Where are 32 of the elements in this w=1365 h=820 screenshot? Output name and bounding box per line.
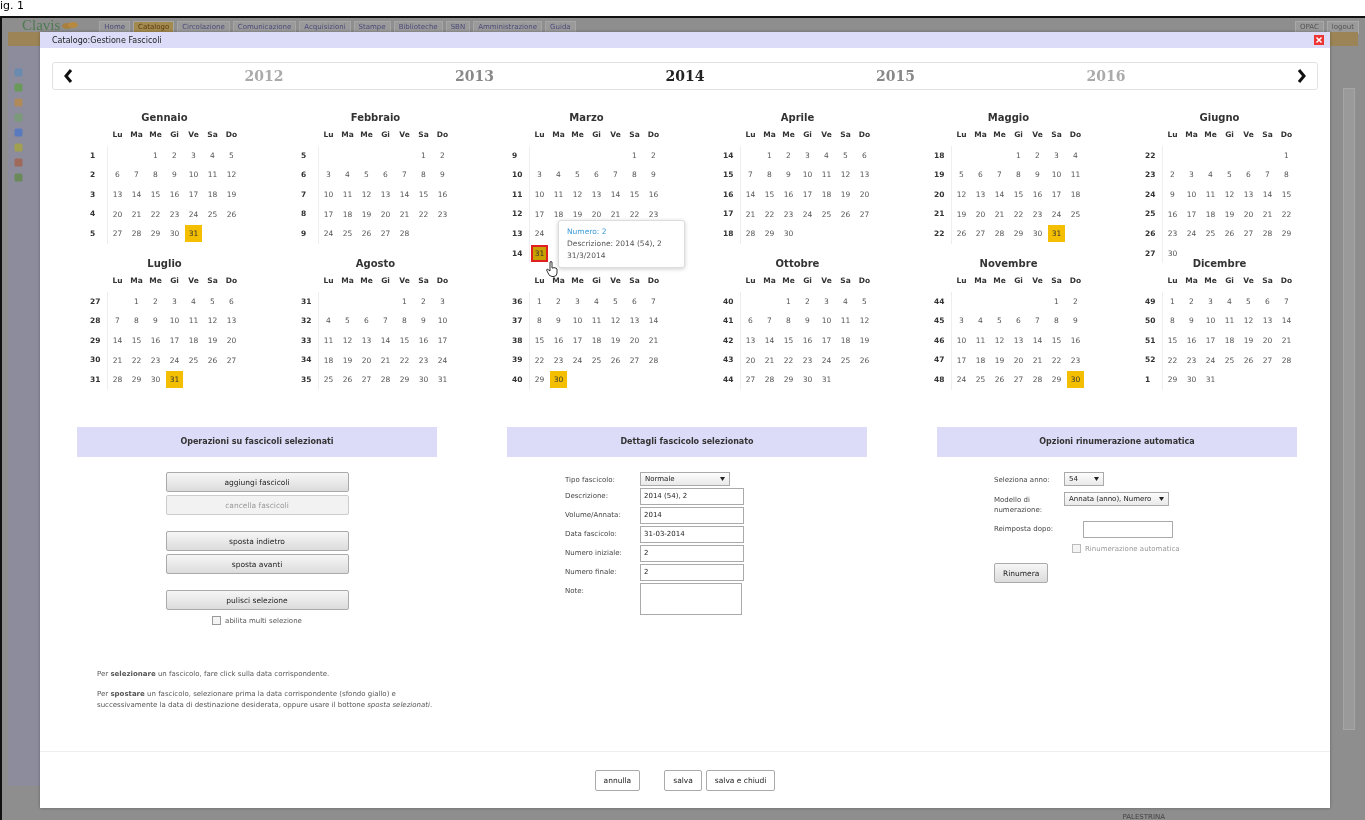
year-link[interactable]: 2014 [665,68,705,84]
year-link[interactable]: 2015 [875,68,915,84]
month-title: Agosto [355,258,396,269]
logo-text: Clavis [22,17,61,34]
chevron-right-icon[interactable] [1296,69,1307,83]
panel-header: Operazioni su fascicoli selezionati [77,427,437,457]
chevron-left-icon[interactable] [63,69,73,83]
dialog-title: Catalogo:Gestione Fascicoli [52,35,162,45]
hand-cursor-icon [546,261,558,277]
month-title: Novembre [979,258,1038,269]
close-icon[interactable] [1314,35,1324,45]
leaf-logo-icon [62,20,79,31]
notes-field[interactable] [640,583,742,615]
month-title: Luglio [147,258,182,269]
month-title: Febbraio [350,112,401,123]
month-title: Aprile [780,112,815,123]
month-title: Ottobre [775,258,820,269]
month-title: Maggio [987,112,1030,123]
month-title: Gennaio [141,112,188,123]
caret-icon [1159,497,1165,501]
figure-caption: ig. 1 [0,0,26,14]
panel-header: Opzioni rinumerazione automatica [937,427,1297,457]
year-link[interactable]: 2013 [455,68,494,84]
month-title: Dicembre [1192,258,1247,269]
caret-icon [1094,477,1099,481]
text-field[interactable] [1083,521,1173,538]
panel-header: Dettagli fascicolo selezionato [507,427,867,457]
caret-icon [720,477,725,481]
month-title: Giugno [1199,112,1240,123]
scrollbar[interactable] [1343,88,1355,730]
month-title: Marzo [569,112,604,123]
checkbox[interactable] [212,616,222,625]
